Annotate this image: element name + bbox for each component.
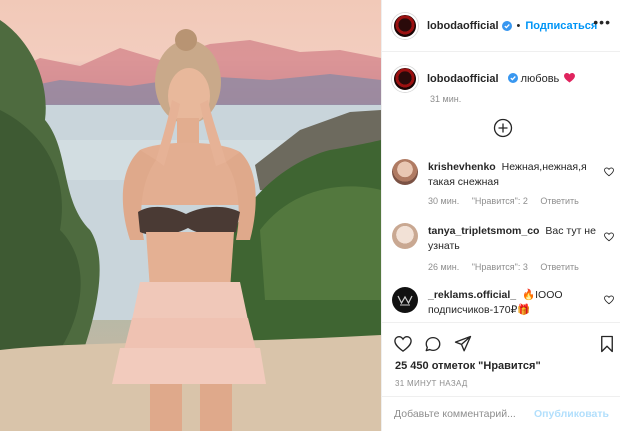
comment-item: tanya_tripletsmom_co Вас тут не узнать 2… <box>392 223 614 273</box>
save-bookmark-icon[interactable] <box>598 335 616 353</box>
like-comment-heart-icon[interactable] <box>604 232 614 242</box>
comment-bubble-icon[interactable] <box>424 335 442 353</box>
comment-time: 30 мин. <box>428 196 460 206</box>
like-heart-icon[interactable] <box>394 335 412 353</box>
more-options-icon[interactable]: ••• <box>593 14 611 30</box>
caption-author-avatar[interactable] <box>392 66 418 92</box>
share-direct-icon[interactable] <box>454 335 472 353</box>
like-comment-heart-icon[interactable] <box>604 167 614 177</box>
reply-button[interactable]: Ответить <box>540 196 578 206</box>
commenter-username[interactable]: krishevhenko <box>428 161 496 173</box>
post-photo-illustration <box>0 20 381 431</box>
comment-likes-count[interactable]: "Нравится": 2 <box>472 196 528 206</box>
verified-badge-icon <box>507 73 518 83</box>
caption-text: любовь <box>520 73 560 85</box>
red-heart-emoji-icon <box>564 73 576 83</box>
comment-input[interactable] <box>394 408 535 420</box>
author-username[interactable]: lobodaofficial <box>427 20 499 32</box>
post-caption: lobodaofficial любовь 31 мин. <box>392 66 614 104</box>
commenter-avatar[interactable] <box>392 159 418 185</box>
comment-time: 26 мин. <box>428 262 460 272</box>
post-timestamp: 31 МИНУТ НАЗАД <box>395 379 468 388</box>
post-photo[interactable] <box>0 0 381 431</box>
comment-item: krishevhenko Нежная,нежная,я такая снежн… <box>392 159 614 209</box>
follow-button[interactable]: Подписаться <box>525 20 597 32</box>
commenter-username[interactable]: tanya_tripletsmom_co <box>428 225 539 237</box>
crown-logo-icon <box>397 295 413 306</box>
commenter-username[interactable]: _reklams.official_ <box>428 289 516 301</box>
author-avatar[interactable] <box>392 12 418 39</box>
publish-button[interactable]: Опубликовать <box>534 408 609 420</box>
reply-button[interactable]: Ответить <box>540 262 578 272</box>
add-comment-bar: Опубликовать <box>382 396 620 431</box>
commenter-avatar[interactable] <box>392 223 418 249</box>
post-sidebar: lobodaofficial • Подписаться ••• lobodao… <box>381 0 620 431</box>
header-separator: • <box>516 19 521 32</box>
comment-meta: 26 мин. "Нравится": 3 Ответить <box>428 262 589 272</box>
load-more-comments-icon[interactable] <box>493 118 513 138</box>
like-comment-heart-icon[interactable] <box>604 295 614 305</box>
comment-meta: 30 мин. "Нравится": 2 Ответить <box>428 196 589 206</box>
caption-username[interactable]: lobodaofficial <box>427 73 499 85</box>
comment-item: _reklams.official_ 🔥IOOO подписчиков-170… <box>392 287 614 321</box>
commenter-avatar[interactable] <box>392 287 418 313</box>
caption-time: 31 мин. <box>430 94 462 104</box>
likes-count[interactable]: 25 450 отметок "Нравится" <box>395 360 541 372</box>
verified-badge-icon <box>501 20 512 31</box>
post-header: lobodaofficial • Подписаться ••• <box>382 0 620 52</box>
comment-likes-count[interactable]: "Нравится": 3 <box>472 262 528 272</box>
